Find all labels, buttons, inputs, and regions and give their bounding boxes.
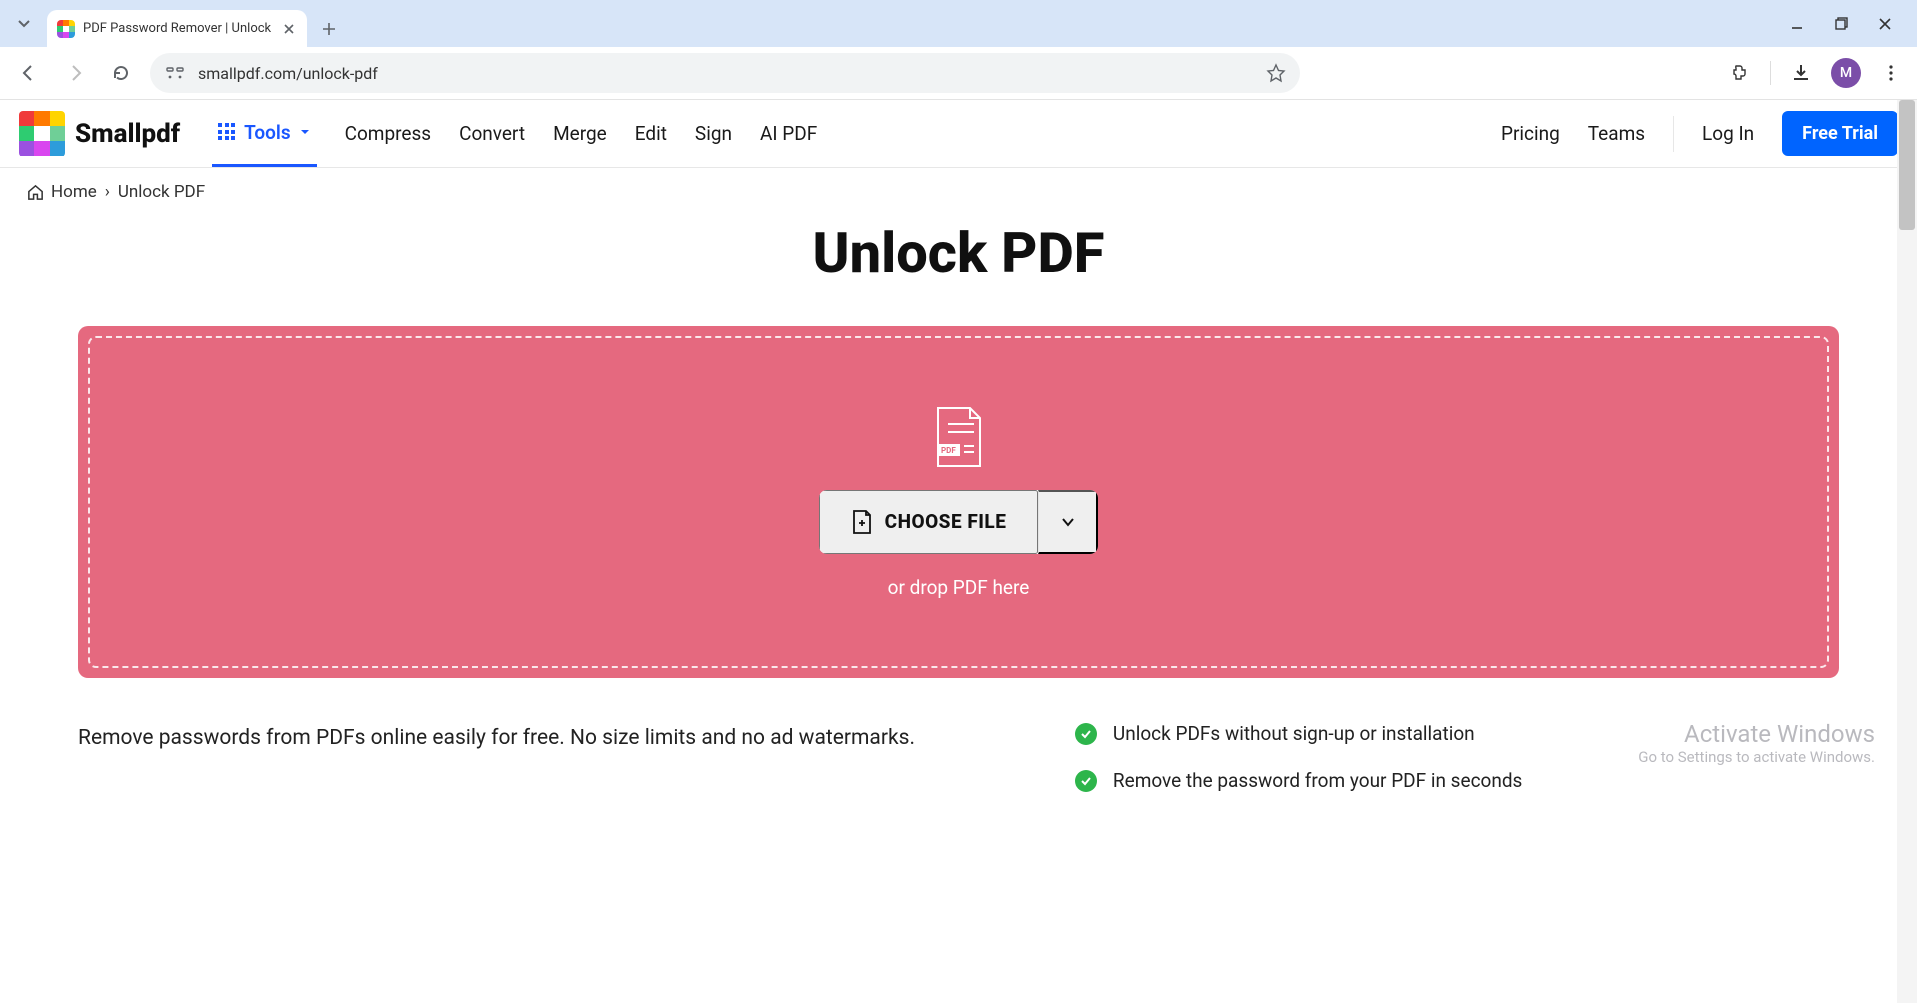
nav-back-button[interactable] (12, 56, 46, 90)
check-circle-icon (1075, 723, 1097, 745)
check-circle-icon (1075, 770, 1097, 792)
nav-forward-button[interactable] (58, 56, 92, 90)
choose-file-button-group: CHOOSE FILE (819, 490, 1099, 554)
nav-ai-pdf[interactable]: AI PDF (760, 122, 817, 145)
nav-reload-button[interactable] (104, 56, 138, 90)
choose-file-button[interactable]: CHOOSE FILE (819, 490, 1039, 554)
choose-file-dropdown[interactable] (1038, 490, 1098, 554)
window-close-icon[interactable] (1873, 12, 1897, 36)
caret-down-icon (299, 126, 311, 138)
nav-pricing[interactable]: Pricing (1501, 122, 1560, 145)
address-bar[interactable]: smallpdf.com/unlock-pdf (150, 53, 1300, 93)
downloads-icon[interactable] (1787, 59, 1815, 87)
svg-text:PDF: PDF (941, 446, 956, 455)
grid-icon (218, 123, 236, 141)
nav-divider (1673, 116, 1674, 152)
site-header: Smallpdf Tools Compress Convert Merge Ed… (0, 100, 1917, 168)
scrollbar-thumb[interactable] (1899, 100, 1915, 230)
tab-close-icon[interactable] (281, 21, 297, 37)
extensions-icon[interactable] (1726, 59, 1754, 87)
nav-convert[interactable]: Convert (459, 122, 525, 145)
home-icon (26, 183, 45, 202)
window-minimize-icon[interactable] (1785, 12, 1809, 36)
breadcrumb-home[interactable]: Home (26, 182, 97, 202)
tab-title: PDF Password Remover | Unlock (83, 21, 273, 36)
chevron-down-icon (1060, 514, 1076, 530)
file-plus-icon (851, 509, 873, 535)
nav-login[interactable]: Log In (1702, 122, 1754, 145)
toolbar-divider (1770, 61, 1771, 85)
brand-text: Smallpdf (75, 119, 180, 149)
nav-teams[interactable]: Teams (1588, 122, 1645, 145)
breadcrumb-separator: › (105, 182, 110, 202)
feature-text: Unlock PDFs without sign-up or installat… (1113, 722, 1475, 745)
dropzone-container: PDF CHOOSE FILE or drop PDF here (78, 326, 1839, 678)
nav-sign[interactable]: Sign (695, 122, 732, 145)
profile-avatar[interactable]: M (1831, 58, 1861, 88)
breadcrumb-home-label: Home (51, 182, 97, 202)
file-dropzone[interactable]: PDF CHOOSE FILE or drop PDF here (88, 336, 1829, 668)
nav-compress[interactable]: Compress (345, 122, 431, 145)
tab-favicon-icon (57, 20, 75, 38)
choose-file-label: CHOOSE FILE (885, 510, 1007, 533)
pdf-file-icon: PDF (934, 406, 984, 468)
page-body: Smallpdf Tools Compress Convert Merge Ed… (0, 100, 1917, 792)
window-maximize-icon[interactable] (1829, 12, 1853, 36)
feature-item: Remove the password from your PDF in sec… (1075, 769, 1839, 792)
breadcrumb-current: Unlock PDF (118, 182, 205, 202)
drop-hint-text: or drop PDF here (888, 576, 1030, 599)
url-text: smallpdf.com/unlock-pdf (198, 64, 1254, 83)
logo-icon (19, 111, 65, 157)
nav-edit[interactable]: Edit (635, 122, 667, 145)
bookmark-star-icon[interactable] (1266, 63, 1286, 83)
feature-list: Unlock PDFs without sign-up or installat… (1075, 722, 1839, 792)
tab-search-dropdown[interactable] (0, 0, 47, 47)
vertical-scrollbar[interactable] (1897, 100, 1917, 1003)
nav-tools-label: Tools (244, 121, 290, 144)
site-settings-icon[interactable] (164, 62, 186, 84)
page-description: Remove passwords from PDFs online easily… (78, 722, 995, 792)
browser-toolbar: smallpdf.com/unlock-pdf M (0, 47, 1917, 100)
nav-merge[interactable]: Merge (553, 122, 607, 145)
page-title: Unlock PDF (0, 220, 1917, 286)
new-tab-button[interactable] (311, 11, 347, 47)
window-controls (1785, 0, 1917, 47)
header-right-nav: Pricing Teams Log In Free Trial (1501, 111, 1898, 156)
feature-text: Remove the password from your PDF in sec… (1113, 769, 1522, 792)
free-trial-button[interactable]: Free Trial (1782, 111, 1898, 156)
nav-tools-dropdown[interactable]: Tools (212, 101, 316, 167)
site-logo[interactable]: Smallpdf (19, 111, 180, 157)
browser-menu-icon[interactable] (1877, 59, 1905, 87)
feature-item: Unlock PDFs without sign-up or installat… (1075, 722, 1839, 745)
browser-tab[interactable]: PDF Password Remover | Unlock (47, 10, 307, 47)
breadcrumb: Home › Unlock PDF (0, 168, 1917, 216)
below-dropzone-section: Remove passwords from PDFs online easily… (0, 678, 1917, 792)
main-nav: Tools Compress Convert Merge Edit Sign A… (212, 101, 817, 167)
browser-tab-strip: PDF Password Remover | Unlock (0, 0, 1917, 47)
